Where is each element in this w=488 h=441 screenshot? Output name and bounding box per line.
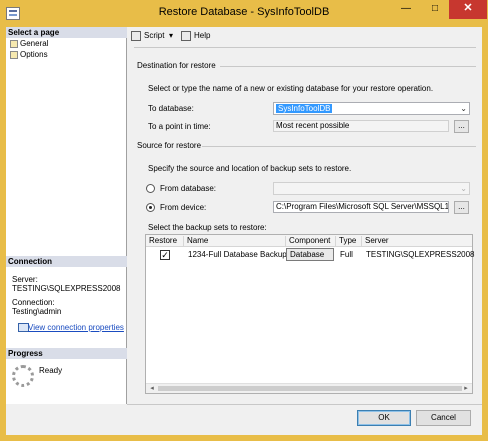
maximize-button[interactable]: □: [421, 0, 449, 19]
select-page-header: Select a page: [6, 27, 127, 38]
to-database-value: SysInfoToolDB: [276, 104, 333, 113]
backup-server-cell: TESTING\SQLEXPRESS2008: [366, 250, 475, 259]
point-in-time-field: Most recent possible: [273, 120, 449, 132]
from-database-combo: ⌄: [273, 182, 470, 195]
title-bar[interactable]: Restore Database - SysInfoToolDB — □ ✕: [0, 0, 488, 27]
connection-label: Connection:: [12, 298, 55, 307]
source-group-line: [202, 146, 476, 147]
progress-status: Ready: [39, 366, 63, 375]
from-device-browse-button[interactable]: ...: [454, 201, 469, 214]
cancel-button[interactable]: Cancel: [416, 410, 471, 426]
backup-type-cell: Full: [340, 250, 353, 259]
from-database-radio[interactable]: [146, 184, 155, 193]
connection-value: Testing\admin: [12, 307, 62, 316]
backup-sets-grid[interactable]: Restore Name Component Type Server ✓ 123…: [145, 234, 475, 394]
horizontal-scrollbar[interactable]: ◂ ▸: [146, 383, 472, 393]
from-device-radio[interactable]: [146, 203, 155, 212]
server-value: TESTING\SQLEXPRESS2008: [12, 284, 121, 293]
left-pane: Select a page General Options Connection…: [6, 27, 127, 404]
help-button[interactable]: Help: [181, 31, 210, 41]
page-item-label: General: [20, 39, 49, 48]
page-icon: [10, 40, 18, 48]
destination-group-label: Destination for restore: [137, 61, 216, 70]
backup-name-cell: 1234-Full Database Backup: [188, 250, 287, 259]
scrollbar-thumb[interactable]: [158, 386, 462, 391]
destination-group-line: [220, 66, 476, 67]
script-dropdown-arrow[interactable]: ▾: [169, 31, 173, 41]
column-header-server[interactable]: Server: [362, 236, 472, 247]
restore-database-window: Restore Database - SysInfoToolDB — □ ✕ S…: [0, 0, 488, 441]
scroll-right-arrow-icon[interactable]: ▸: [461, 384, 471, 393]
table-row[interactable]: ✓ 1234-Full Database Backup Database Ful…: [146, 248, 475, 261]
help-label: Help: [194, 31, 211, 41]
column-header-component[interactable]: Component: [286, 236, 336, 247]
toolbar: Script ▾ Help: [127, 27, 482, 47]
dialog-client-area: Select a page General Options Connection…: [6, 27, 482, 435]
backup-component-cell: Database: [286, 248, 334, 261]
ok-button[interactable]: OK: [357, 410, 411, 426]
page-item-label: Options: [20, 50, 48, 59]
column-header-type[interactable]: Type: [336, 236, 362, 247]
minimize-button[interactable]: —: [392, 0, 420, 19]
destination-instructions: Select or type the name of a new or exis…: [148, 84, 434, 93]
point-in-time-label: To a point in time:: [148, 122, 211, 131]
backup-sets-label: Select the backup sets to restore:: [148, 223, 267, 232]
page-item-general[interactable]: General: [10, 39, 48, 49]
view-connection-properties-link[interactable]: View connection properties: [28, 323, 124, 332]
page-item-options[interactable]: Options: [10, 50, 48, 60]
point-in-time-browse-button[interactable]: ...: [454, 120, 469, 133]
from-device-field[interactable]: C:\Program Files\Microsoft SQL Server\MS…: [273, 201, 449, 213]
script-label: Script: [144, 31, 165, 41]
help-icon: [181, 31, 191, 41]
script-icon: [131, 31, 141, 41]
from-device-label: From device:: [160, 203, 207, 212]
to-database-combo[interactable]: SysInfoToolDB ⌄: [273, 102, 470, 115]
script-button[interactable]: Script: [131, 31, 164, 41]
page-icon: [10, 51, 18, 59]
source-group-label: Source for restore: [137, 141, 202, 150]
footer-separator: [127, 404, 482, 405]
connection-header: Connection: [6, 256, 127, 267]
to-database-label: To database:: [148, 104, 194, 113]
column-header-name[interactable]: Name: [184, 236, 286, 247]
source-instructions: Specify the source and location of backu…: [148, 164, 352, 173]
progress-header: Progress: [6, 348, 127, 359]
chevron-down-icon: ⌄: [460, 184, 467, 193]
close-button[interactable]: ✕: [449, 0, 487, 19]
from-database-label: From database:: [160, 184, 217, 193]
toolbar-separator: [134, 47, 476, 48]
scroll-left-arrow-icon[interactable]: ◂: [147, 384, 157, 393]
chevron-down-icon[interactable]: ⌄: [460, 103, 467, 114]
grid-header: Restore Name Component Type Server: [146, 235, 472, 247]
restore-checkbox[interactable]: ✓: [160, 250, 170, 260]
view-connection-properties-row: View connection properties: [12, 323, 124, 333]
server-label: Server:: [12, 275, 38, 284]
progress-spinner-icon: [12, 365, 34, 387]
column-header-restore[interactable]: Restore: [146, 236, 184, 247]
